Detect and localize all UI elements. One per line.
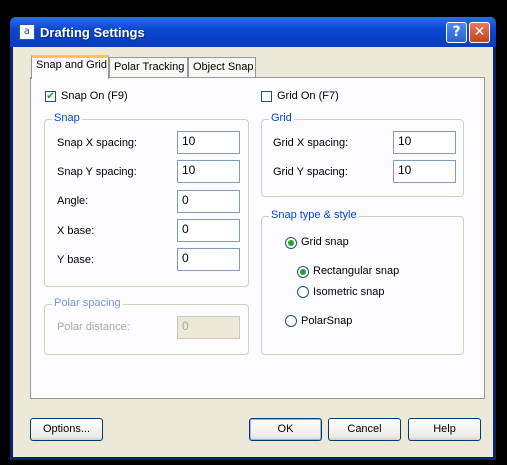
x-base-label: X base:	[57, 225, 95, 237]
snap-x-spacing-input[interactable]: 10	[177, 131, 240, 154]
y-base-input[interactable]: 0	[177, 248, 240, 271]
x-base-input[interactable]: 0	[177, 219, 240, 242]
rectangular-snap-label: Rectangular snap	[313, 265, 400, 277]
snap-x-spacing-label: Snap X spacing:	[57, 137, 138, 149]
y-base-label: Y base:	[57, 254, 95, 266]
cancel-button[interactable]: Cancel	[328, 418, 401, 441]
angle-input[interactable]: 0	[177, 190, 240, 213]
polar-spacing-title: Polar spacing	[52, 297, 123, 309]
title-close-button[interactable]: ✕	[469, 22, 490, 43]
snap-on-checkbox[interactable]: ✔	[45, 91, 56, 102]
polar-distance-label: Polar distance:	[57, 321, 130, 333]
grid-y-spacing-label: Grid Y spacing:	[273, 166, 348, 178]
options-button[interactable]: Options...	[30, 418, 103, 441]
grid-on-label: Grid On (F7)	[277, 90, 339, 102]
snap-type-group-title: Snap type & style	[269, 209, 359, 221]
angle-label: Angle:	[57, 195, 89, 207]
tab-object-snap[interactable]: Object Snap	[188, 57, 256, 77]
polarsnap-radio[interactable]	[285, 315, 297, 327]
snap-group-title: Snap	[52, 112, 82, 124]
snap-on-label: Snap On (F9)	[61, 90, 128, 102]
snap-y-spacing-input[interactable]: 10	[177, 160, 240, 183]
grid-group-title: Grid	[269, 112, 294, 124]
snap-y-spacing-label: Snap Y spacing:	[57, 166, 137, 178]
polarsnap-label: PolarSnap	[301, 315, 353, 327]
grid-on-checkbox[interactable]	[261, 91, 272, 102]
grid-x-spacing-label: Grid X spacing:	[273, 137, 349, 149]
tab-polar-tracking[interactable]: Polar Tracking	[109, 57, 188, 77]
ok-button[interactable]: OK	[249, 418, 322, 441]
grid-snap-radio[interactable]	[285, 237, 297, 249]
grid-snap-label: Grid snap	[301, 236, 349, 248]
title-help-button[interactable]: ?	[446, 22, 467, 43]
isometric-snap-label: Isometric snap	[313, 286, 385, 298]
rectangular-snap-radio[interactable]	[297, 266, 309, 278]
app-document-icon: a	[19, 24, 35, 40]
grid-x-spacing-input[interactable]: 10	[393, 131, 456, 154]
help-button[interactable]: Help	[408, 418, 481, 441]
polar-distance-input[interactable]: 0	[177, 316, 240, 339]
window-title: Drafting Settings	[40, 25, 145, 40]
tab-snap-and-grid[interactable]: Snap and Grid	[31, 55, 109, 79]
grid-y-spacing-input[interactable]: 10	[393, 160, 456, 183]
isometric-snap-radio[interactable]	[297, 286, 309, 298]
